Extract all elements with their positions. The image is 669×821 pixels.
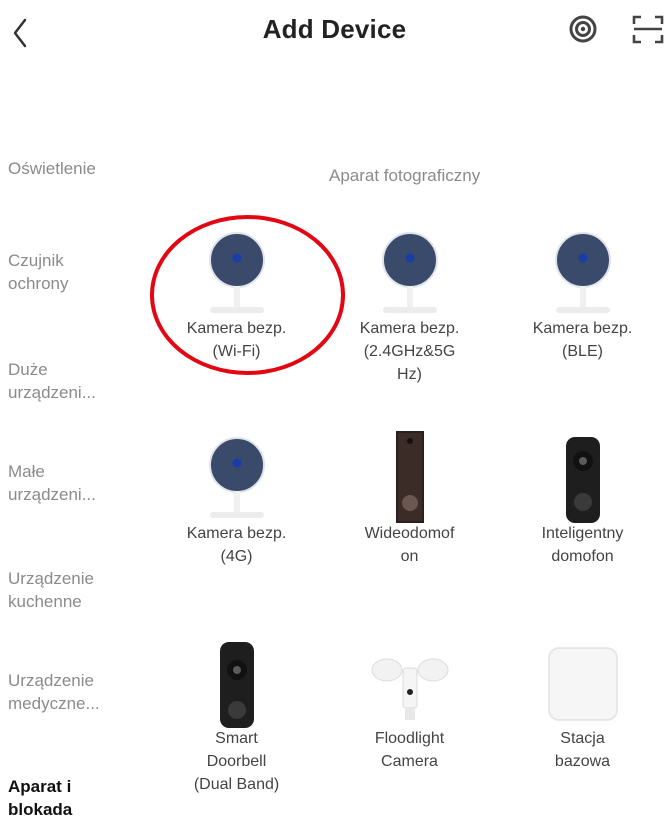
device-smart-doorbell[interactable]: Smart Doorbell (Dual Band) [150,620,323,820]
device-base-station[interactable]: Stacja bazowa [496,620,669,820]
security-camera-icon [554,232,611,313]
device-camera-ble[interactable]: Kamera bezp. (BLE) [496,210,669,410]
nearby-scan-icon [569,15,597,43]
section-title: Aparat fotograficzny [329,166,481,185]
base-station-icon [547,647,618,721]
video-intercom-icon [395,431,424,523]
device-label: Kamera bezp. (2.4GHz&5G Hz) [359,320,460,383]
sidebar-item-small-appliances[interactable]: Małe urządzeni... [8,460,148,506]
qr-scan-icon [632,15,664,44]
nearby-scan-button[interactable] [563,8,603,48]
smart-doorbell-icon [219,642,254,728]
device-label: Inteligentny domofon [541,525,624,565]
security-camera-icon [208,232,265,313]
sidebar-item-lighting[interactable]: Oświetlenie [8,157,148,180]
device-video-intercom[interactable]: Wideodomof on [323,415,496,615]
device-smart-intercom[interactable]: Inteligentny domofon [496,415,669,615]
device-label: Kamera bezp. (BLE) [532,320,633,360]
device-label: Stacja bazowa [554,730,611,770]
header: Add Device [0,0,669,64]
device-camera-4g[interactable]: Kamera bezp. (4G) [150,415,323,615]
security-camera-icon [381,232,438,313]
device-label: Floodlight Camera [374,730,445,770]
sidebar-item-camera-lock[interactable]: Aparat i blokada [8,775,148,821]
security-camera-icon [208,437,265,518]
smart-doorbell-icon [565,437,600,523]
device-camera-dual-band[interactable]: Kamera bezp. (2.4GHz&5G Hz) [323,210,496,410]
device-floodlight-camera[interactable]: Floodlight Camera [323,620,496,820]
floodlight-camera-icon [371,658,448,720]
device-camera-wifi[interactable]: Kamera bezp. (Wi-Fi) [150,210,323,410]
device-label: Kamera bezp. (Wi-Fi) [186,320,287,360]
device-label: Kamera bezp. (4G) [186,525,287,565]
qr-scan-button[interactable] [628,8,668,48]
sidebar-item-medical[interactable]: Urządzenie medyczne... [8,669,148,715]
device-label: Wideodomof on [364,525,455,565]
sidebar-item-large-appliances[interactable]: Duże urządzeni... [8,358,148,404]
device-label: Smart Doorbell (Dual Band) [193,730,280,793]
sidebar-item-security-sensor[interactable]: Czujnik ochrony [8,249,148,295]
sidebar-item-kitchen[interactable]: Urządzenie kuchenne [8,567,148,613]
